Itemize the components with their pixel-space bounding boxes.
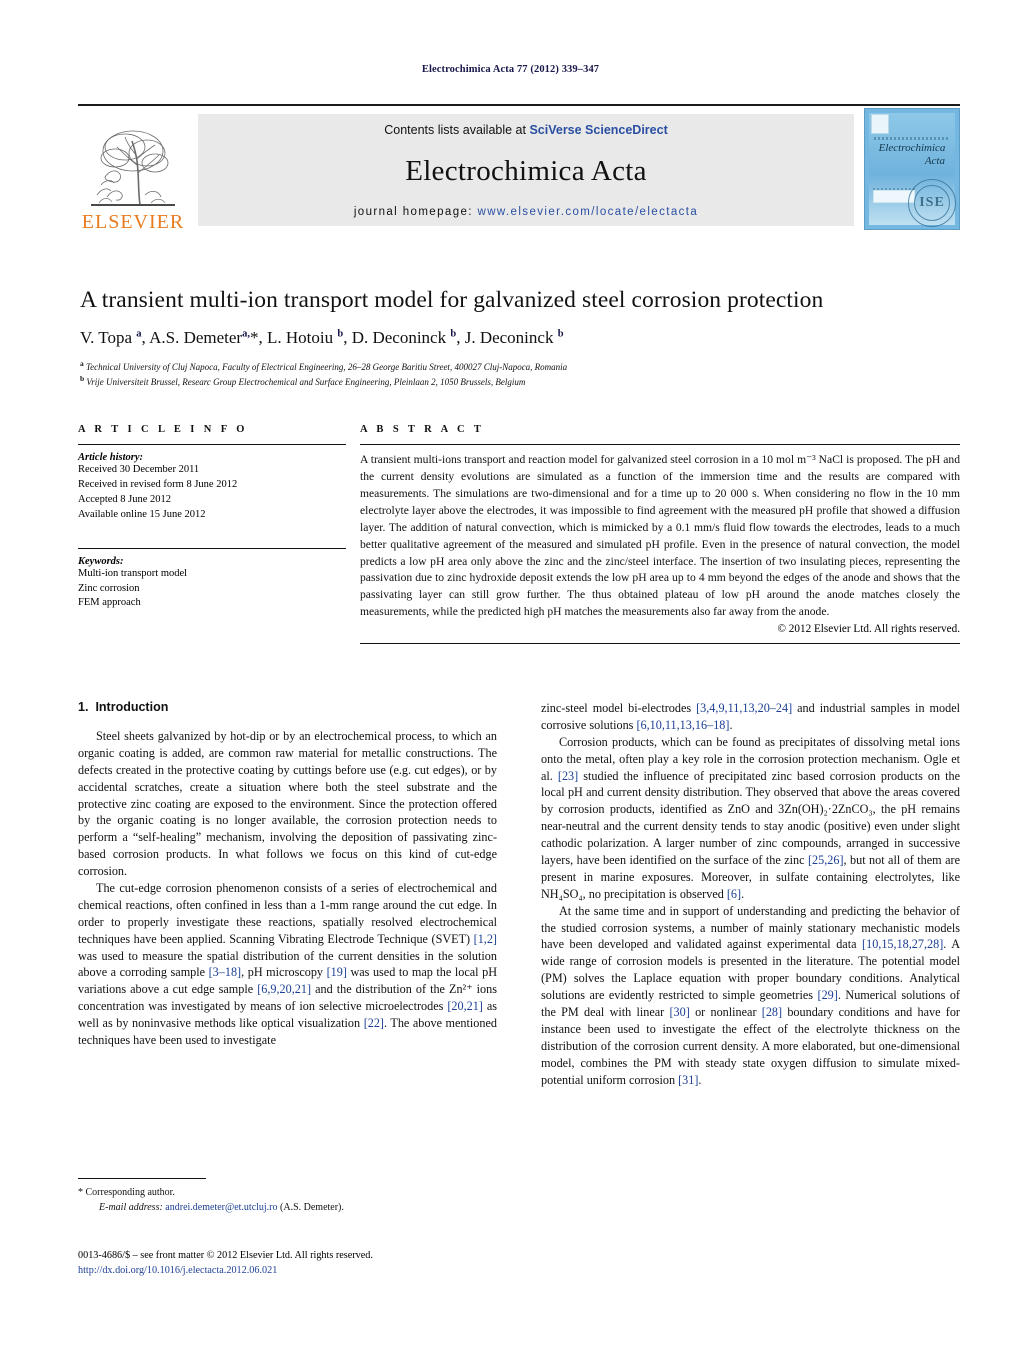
section-title-text: Introduction [95, 700, 169, 714]
paragraph: The cut-edge corrosion phenomenon consis… [78, 881, 497, 1048]
cover-title-line2: Acta [924, 154, 945, 167]
article-info-column: A R T I C L E I N F O Article history: R… [78, 424, 346, 644]
keyword-item: Multi-ion transport model [78, 567, 188, 579]
article-info-heading: A R T I C L E I N F O [78, 424, 248, 435]
citation-ref[interactable]: [31] [678, 1073, 698, 1087]
body-columns: 1. Introduction Steel sheets galvanized b… [78, 700, 960, 1088]
paper-page: Electrochimica Acta 77 (2012) 339–347 EL… [0, 0, 1021, 1351]
paragraph: Corrosion products, which can be found a… [541, 734, 960, 901]
affiliation-a-text: Technical University of Cluj Napoca, Fac… [86, 362, 568, 373]
abstract-bottom-rule [360, 643, 960, 645]
info-abstract-section: A R T I C L E I N F O Article history: R… [78, 424, 961, 645]
contents-prefix: Contents lists available at [384, 123, 530, 137]
page-footer: 0013-4686/$ – see front matter © 2012 El… [78, 1248, 678, 1279]
running-head: Electrochimica Acta 77 (2012) 339–347 [421, 64, 600, 75]
cover-elsevier-mark [871, 114, 889, 134]
keywords-label: Keywords: [78, 555, 124, 567]
elsevier-wordmark: ELSEVIER [81, 211, 185, 233]
elsevier-tree-icon [91, 130, 175, 206]
paragraph: Steel sheets galvanized by hot-dip or by… [78, 729, 497, 879]
affiliation-b-text: Vrije Universiteit Brussel, Researc Grou… [86, 377, 526, 388]
email-label: E-mail address: [99, 1201, 163, 1213]
cover-title-line1: Electrochimica [878, 142, 946, 154]
citation-ref[interactable]: [23] [558, 769, 578, 783]
citation-ref[interactable]: [3,4,9,11,13,20–24] [696, 701, 792, 715]
corresponding-marker: * [78, 1187, 83, 1198]
ise-seal-icon: ISE [908, 179, 956, 227]
abstract-rule [360, 444, 960, 445]
left-column: 1. Introduction Steel sheets galvanized b… [78, 700, 497, 1088]
citation-ref[interactable]: [22] [364, 1016, 384, 1030]
citation-ref[interactable]: [10,15,18,27,28] [862, 937, 943, 951]
column-gap [346, 424, 360, 644]
journal-band: Contents lists available at SciVerse Sci… [198, 114, 854, 226]
contents-available-line: Contents lists available at SciVerse Sci… [384, 123, 668, 137]
citation-ref[interactable]: [25,26] [808, 853, 844, 867]
citation-ref[interactable]: [30] [670, 1005, 690, 1019]
keyword-item: Zinc corrosion [78, 582, 140, 594]
affiliation-mark-a: a [80, 359, 84, 369]
citation-ref[interactable]: [29] [818, 988, 838, 1002]
article-history-label: Article history: [78, 452, 144, 463]
citation-ref[interactable]: [3–18] [209, 965, 242, 979]
history-item: Received in revised form 8 June 2012 [78, 478, 238, 490]
sciencedirect-link[interactable]: SciVerse ScienceDirect [529, 123, 667, 137]
history-item: Received 30 December 2011 [78, 464, 200, 475]
paragraph: zinc-steel model bi-electrodes [3,4,9,11… [541, 701, 961, 732]
email-line: E-mail address: andrei.demeter@et.utcluj… [78, 1201, 497, 1216]
citation-ref[interactable]: [28] [762, 1005, 782, 1019]
corresponding-text: Corresponding author. [85, 1187, 175, 1198]
affiliation-mark-b: b [80, 374, 85, 384]
keywords-rule [78, 547, 346, 549]
journal-masthead: ELSEVIER Contents lists available at Sci… [78, 104, 960, 232]
cover-microtext [874, 137, 950, 140]
abstract-heading: A B S T R A C T [360, 424, 485, 435]
title-block: A transient multi-ion transport model fo… [80, 286, 960, 389]
abstract-column: A B S T R A C T A transient multi-ions t… [360, 424, 961, 645]
section-number: 1. [78, 700, 89, 714]
keyword-item: FEM approach [78, 597, 141, 609]
journal-cover-thumbnail[interactable]: Electrochimica Acta ISE [864, 108, 960, 230]
footnote-rule [78, 1178, 206, 1179]
doi-link[interactable]: http://dx.doi.org/10.1016/j.electacta.20… [78, 1263, 678, 1278]
journal-title: Electrochimica Acta [405, 155, 647, 187]
homepage-prefix: journal homepage: [353, 206, 478, 218]
citation-ref[interactable]: [20,21] [447, 999, 483, 1013]
citation-ref[interactable]: [6,10,11,13,16–18] [636, 718, 729, 732]
issn-copyright-line: 0013-4686/$ – see front matter © 2012 El… [78, 1250, 373, 1261]
citation-ref[interactable]: [6] [727, 887, 741, 901]
citation-ref[interactable]: [19] [327, 965, 347, 979]
corresponding-author-line: * Corresponding author. [78, 1186, 497, 1201]
article-info-rule [78, 444, 346, 445]
right-column: zinc-steel model bi-electrodes [3,4,9,11… [541, 700, 960, 1088]
section-heading-introduction: 1. Introduction [78, 700, 497, 714]
cover-title: Electrochimica Acta [873, 142, 951, 167]
author-list: V. Topa a, A.S. Demetera,*, L. Hotoiu b,… [80, 328, 564, 348]
history-item: Accepted 8 June 2012 [78, 493, 172, 505]
homepage-url-link[interactable]: www.elsevier.com/locate/electacta [477, 206, 698, 218]
journal-homepage-line: journal homepage: www.elsevier.com/locat… [354, 206, 698, 218]
elsevier-logo: ELSEVIER [78, 106, 188, 232]
corresponding-author-footnote: * Corresponding author. E-mail address: … [78, 1178, 497, 1215]
affiliation-a: a Technical University of Cluj Napoca, F… [80, 359, 960, 374]
paragraph: At the same time and in support of under… [541, 903, 961, 1087]
citation-ref[interactable]: [6,9,20,21] [257, 982, 311, 996]
affiliation-list: a Technical University of Cluj Napoca, F… [80, 359, 960, 389]
citation-ref[interactable]: [1,2] [474, 932, 497, 946]
history-item: Available online 15 June 2012 [78, 508, 206, 520]
affiliation-b: b Vrije Universiteit Brussel, Researc Gr… [80, 374, 960, 389]
abstract-text: A transient multi-ions transport and rea… [360, 453, 960, 619]
abstract-copyright: © 2012 Elsevier Ltd. All rights reserved… [777, 623, 961, 636]
email-owner: (A.S. Demeter). [280, 1201, 344, 1213]
page-title: A transient multi-ion transport model fo… [80, 287, 824, 313]
email-link[interactable]: andrei.demeter@et.utcluj.ro [165, 1202, 277, 1213]
